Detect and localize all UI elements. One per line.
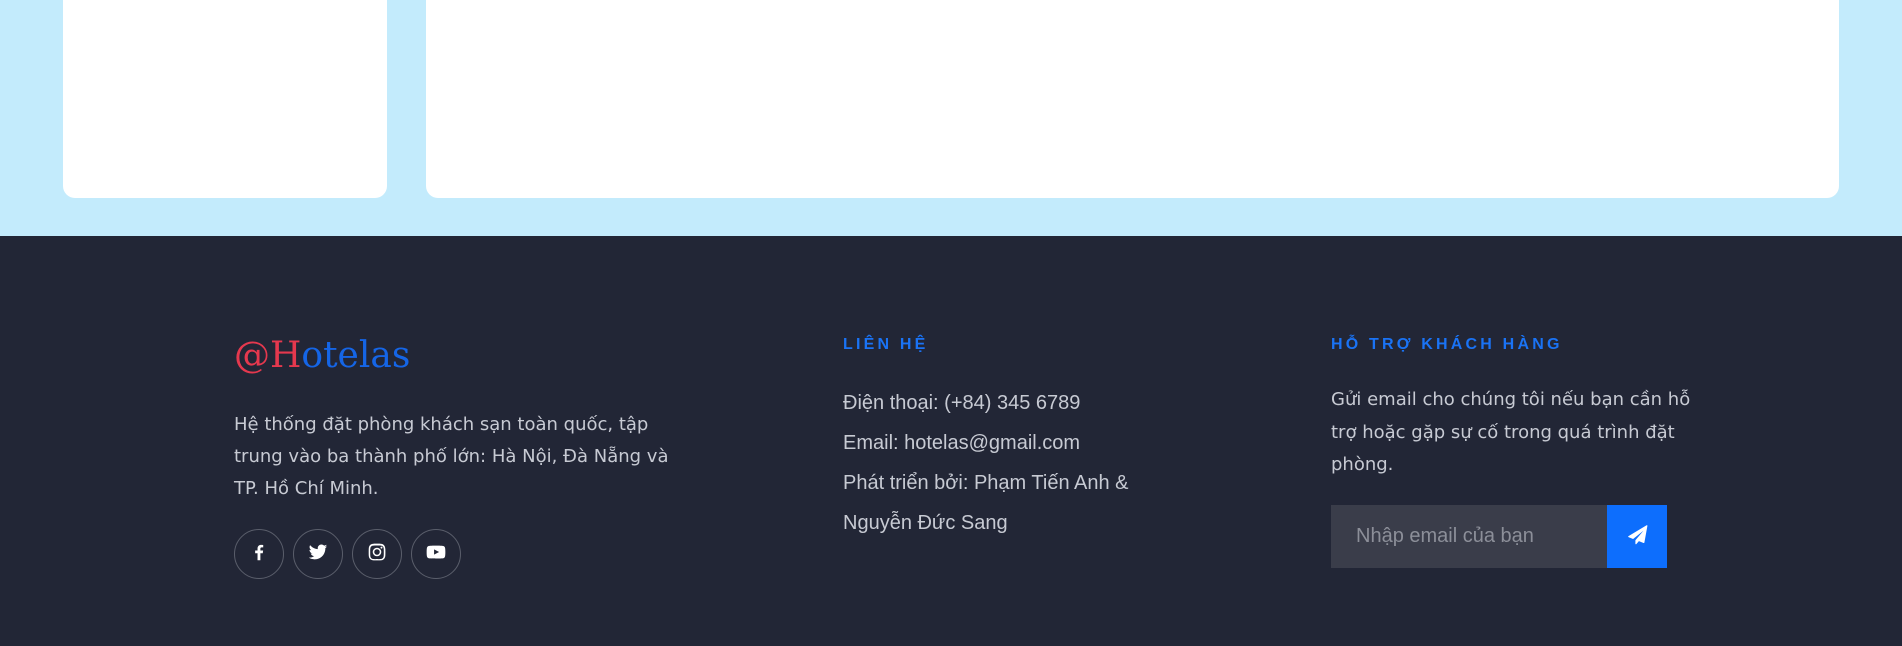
twitter-link[interactable] <box>293 529 343 579</box>
instagram-link[interactable] <box>352 529 402 579</box>
contact-email[interactable]: Email: hotelas@gmail.com <box>843 431 1080 455</box>
paper-plane-icon <box>1625 523 1649 550</box>
contact-heading: LIÊN HỆ <box>843 336 929 353</box>
facebook-link[interactable] <box>234 529 284 579</box>
support-heading: HỖ TRỢ KHÁCH HÀNG <box>1331 336 1563 353</box>
facebook-icon <box>248 541 270 568</box>
contact-developer-line2: Nguyễn Đức Sang <box>843 512 1008 534</box>
instagram-icon <box>366 541 388 568</box>
footer-logo[interactable]: @Hotelas <box>234 336 410 376</box>
contact-phone[interactable]: Điện thoại: (+84) 345 6789 <box>843 391 1080 415</box>
brand-description: Hệ thống đặt phòng khách sạn toàn quốc, … <box>234 414 669 499</box>
youtube-icon <box>425 541 447 568</box>
content-area <box>0 0 1902 236</box>
twitter-icon <box>307 541 329 568</box>
logo-prefix: @H <box>234 335 302 376</box>
subscribe-form <box>1331 505 1667 568</box>
main-card <box>426 0 1839 198</box>
social-links <box>234 529 461 579</box>
contact-developer-line1: Phát triển bởi: Phạm Tiến Anh & <box>843 472 1129 494</box>
support-description: Gửi email cho chúng tôi nếu bạn cần hỗ t… <box>1331 389 1691 475</box>
logo-rest: otelas <box>301 335 411 376</box>
site-footer: @Hotelas Hệ thống đặt phòng khách sạn to… <box>0 236 1902 646</box>
subscribe-email-input[interactable] <box>1331 505 1607 568</box>
youtube-link[interactable] <box>411 529 461 579</box>
sidebar-card <box>63 0 387 198</box>
subscribe-send-button[interactable] <box>1607 505 1667 568</box>
